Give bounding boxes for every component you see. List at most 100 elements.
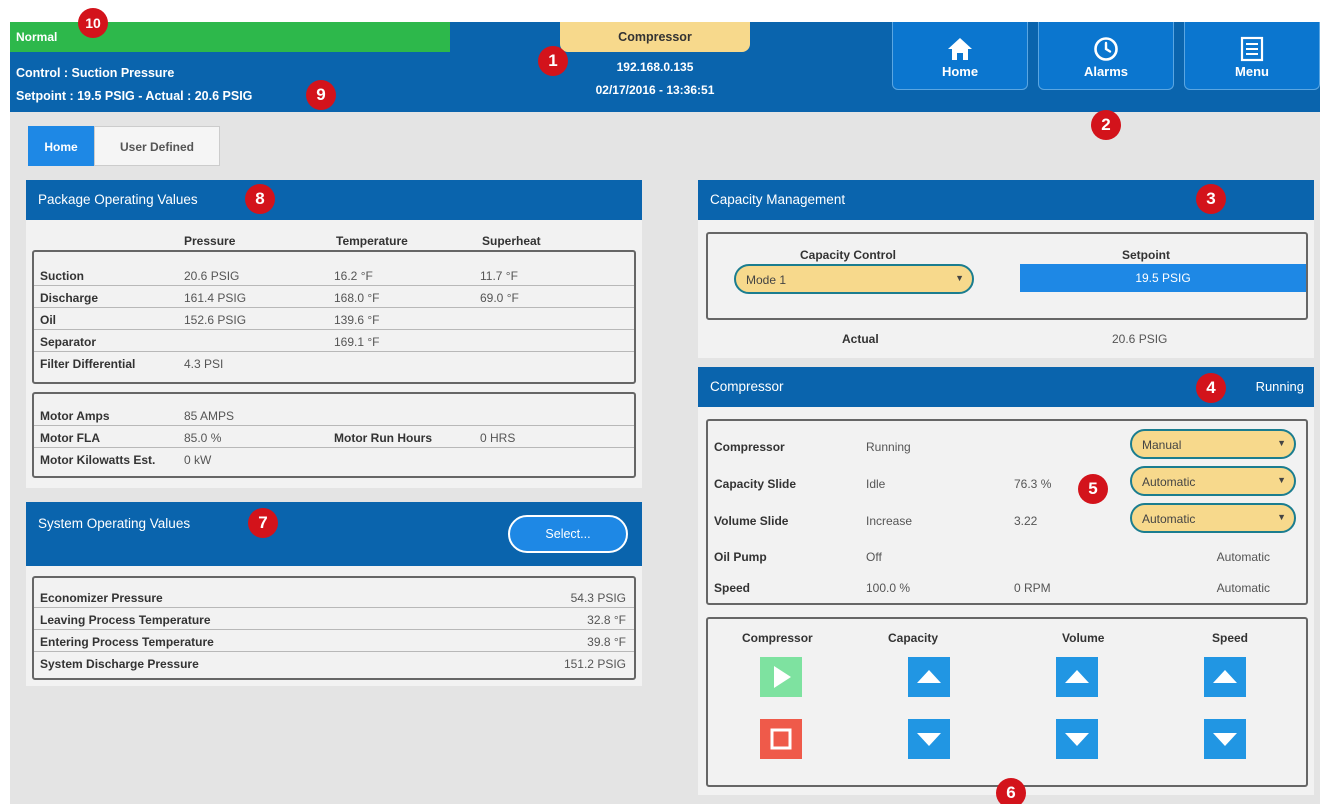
row-value: 151.2 PSIG bbox=[563, 657, 626, 671]
row-label: Volume Slide bbox=[714, 514, 789, 528]
package-panel-header: Package Operating Values bbox=[26, 180, 642, 220]
row-label: Speed bbox=[714, 581, 751, 595]
system-values-table: Economizer Pressure 54.3 PSIG Leaving Pr… bbox=[32, 576, 636, 680]
table-row: Leaving Process Temperature 32.8 °F bbox=[34, 608, 634, 630]
motor-value: 85.0 % bbox=[184, 431, 222, 445]
motor-value: 85 AMPS bbox=[184, 409, 235, 423]
list-item: Oil Pump Off Automatic bbox=[708, 545, 1306, 575]
table-row: Oil 152.6 PSIG 139.6 °F bbox=[34, 308, 634, 330]
row-label: Discharge bbox=[40, 291, 99, 305]
motor-value: 0 HRS bbox=[480, 431, 516, 445]
capacity-slide-mode-dropdown[interactable]: Automatic ▼ bbox=[1130, 466, 1296, 496]
package-panel-title: Package Operating Values bbox=[38, 192, 198, 207]
compressor-controls-box: Compressor Capacity Volume Speed bbox=[706, 617, 1308, 787]
start-button[interactable] bbox=[760, 657, 802, 697]
row-label: Motor FLA bbox=[40, 431, 100, 445]
home-icon bbox=[948, 38, 972, 60]
callout-badge: 6 bbox=[996, 778, 1026, 804]
row-status: 100.0 % bbox=[866, 581, 911, 595]
capacity-increase-button[interactable] bbox=[908, 657, 950, 697]
callout-badge: 8 bbox=[245, 184, 275, 214]
volume-increase-button[interactable] bbox=[1056, 657, 1098, 697]
table-row: Motor Kilowatts Est. 0 kW bbox=[34, 448, 634, 470]
pressure-value: 161.4 PSIG bbox=[184, 291, 247, 305]
setpoint-field[interactable]: 19.5 PSIG bbox=[1020, 264, 1306, 292]
tab-home[interactable]: Home bbox=[28, 126, 94, 166]
volume-slide-mode-dropdown[interactable]: Automatic ▼ bbox=[1130, 503, 1296, 533]
actual-value: 20.6 PSIG bbox=[1112, 332, 1168, 346]
chevron-down-icon: ▼ bbox=[1277, 438, 1286, 448]
compressor-mode-dropdown[interactable]: Manual ▼ bbox=[1130, 429, 1296, 459]
page-title: Compressor bbox=[560, 22, 750, 52]
compressor-panel-title: Compressor bbox=[710, 379, 784, 394]
temperature-column-header: Temperature bbox=[336, 234, 408, 248]
table-row: System Discharge Pressure 151.2 PSIG bbox=[34, 652, 634, 674]
row-label: Motor Amps bbox=[40, 409, 110, 423]
table-row: Discharge 161.4 PSIG 168.0 °F 69.0 °F bbox=[34, 286, 634, 308]
row-value: 39.8 °F bbox=[587, 635, 626, 649]
row-label: Compressor bbox=[714, 440, 785, 454]
mode-value: Manual bbox=[1142, 438, 1182, 452]
row-label: Leaving Process Temperature bbox=[40, 613, 211, 627]
callout-badge: 7 bbox=[248, 508, 278, 538]
alarms-button[interactable]: Alarms bbox=[1038, 22, 1174, 90]
row-label: Motor Kilowatts Est. bbox=[40, 453, 156, 467]
table-row: Separator 169.1 °F bbox=[34, 330, 634, 352]
chevron-down-icon: ▼ bbox=[1277, 475, 1286, 485]
system-panel-header: System Operating Values Select... bbox=[26, 502, 642, 566]
callout-badge: 2 bbox=[1091, 110, 1121, 140]
compressor-status-box: Compressor Running Manual ▼ Capacity Sli… bbox=[706, 419, 1308, 605]
setpoint-label: Setpoint bbox=[1122, 248, 1170, 262]
temperature-value: 169.1 °F bbox=[334, 335, 380, 349]
capacity-control-dropdown[interactable]: Mode 1 ▼ bbox=[734, 264, 974, 294]
setpoint-actual-text: Setpoint : 19.5 PSIG - Actual : 20.6 PSI… bbox=[16, 89, 253, 103]
control-label-capacity: Capacity bbox=[888, 631, 939, 645]
capacity-control-box: Capacity Control Setpoint Mode 1 ▼ 19.5 … bbox=[706, 232, 1308, 320]
row-label: Oil bbox=[40, 313, 57, 327]
table-row: Economizer Pressure 54.3 PSIG bbox=[34, 586, 634, 608]
mode-value: Automatic bbox=[1142, 475, 1196, 489]
superheat-value: 11.7 °F bbox=[480, 269, 518, 283]
table-row: Suction 20.6 PSIG 16.2 °F 11.7 °F bbox=[34, 264, 634, 286]
row-status: Increase bbox=[866, 514, 913, 528]
capacity-control-label: Capacity Control bbox=[800, 248, 897, 262]
stop-button[interactable] bbox=[760, 719, 802, 759]
capacity-decrease-button[interactable] bbox=[908, 719, 950, 759]
mode-value: Automatic bbox=[1216, 550, 1270, 564]
callout-badge: 4 bbox=[1196, 373, 1226, 403]
status-indicator: Normal bbox=[10, 22, 450, 52]
list-item: Compressor Running Manual ▼ bbox=[708, 429, 1306, 465]
system-operating-values-panel: System Operating Values Select... Econom… bbox=[26, 502, 642, 686]
volume-decrease-button[interactable] bbox=[1056, 719, 1098, 759]
home-button-label: Home bbox=[941, 64, 979, 79]
compressor-panel: Compressor Running Compressor Running Ma… bbox=[698, 367, 1314, 795]
temperature-value: 16.2 °F bbox=[334, 269, 373, 283]
menu-icon bbox=[1240, 36, 1264, 62]
pressure-value: 152.6 PSIG bbox=[184, 313, 247, 327]
menu-button[interactable]: Menu bbox=[1184, 22, 1320, 90]
list-item: Capacity Slide Idle 76.3 % Automatic ▼ bbox=[708, 466, 1306, 502]
home-button[interactable]: Home bbox=[892, 22, 1028, 90]
table-row: Entering Process Temperature 39.8 °F bbox=[34, 630, 634, 652]
callout-badge: 1 bbox=[538, 46, 568, 76]
row-label: Separator bbox=[40, 335, 97, 349]
speed-decrease-button[interactable] bbox=[1204, 719, 1246, 759]
tab-user-defined[interactable]: User Defined bbox=[94, 126, 220, 166]
system-panel-title: System Operating Values bbox=[38, 516, 191, 531]
select-button[interactable]: Select... bbox=[508, 515, 628, 553]
control-label-speed: Speed bbox=[1212, 631, 1249, 645]
capacity-control-value: Mode 1 bbox=[746, 273, 787, 287]
mode-value: Automatic bbox=[1216, 581, 1270, 595]
superheat-value: 69.0 °F bbox=[480, 291, 519, 305]
motor-values-table: Motor Amps 85 AMPS Motor FLA 85.0 % Moto… bbox=[32, 392, 636, 478]
control-label-volume: Volume bbox=[1062, 631, 1105, 645]
row-label: Oil Pump bbox=[714, 550, 767, 564]
speed-increase-button[interactable] bbox=[1204, 657, 1246, 697]
app-window: Normal Control : Suction Pressure Setpoi… bbox=[10, 22, 1320, 804]
capacity-panel-title: Capacity Management bbox=[710, 192, 846, 207]
mode-value: Automatic bbox=[1142, 512, 1196, 526]
row-status: Running bbox=[866, 440, 911, 454]
row-value: 32.8 °F bbox=[587, 613, 626, 627]
list-item: Speed 100.0 % 0 RPM Automatic bbox=[708, 581, 1306, 605]
row-value: 0 RPM bbox=[1014, 581, 1051, 595]
